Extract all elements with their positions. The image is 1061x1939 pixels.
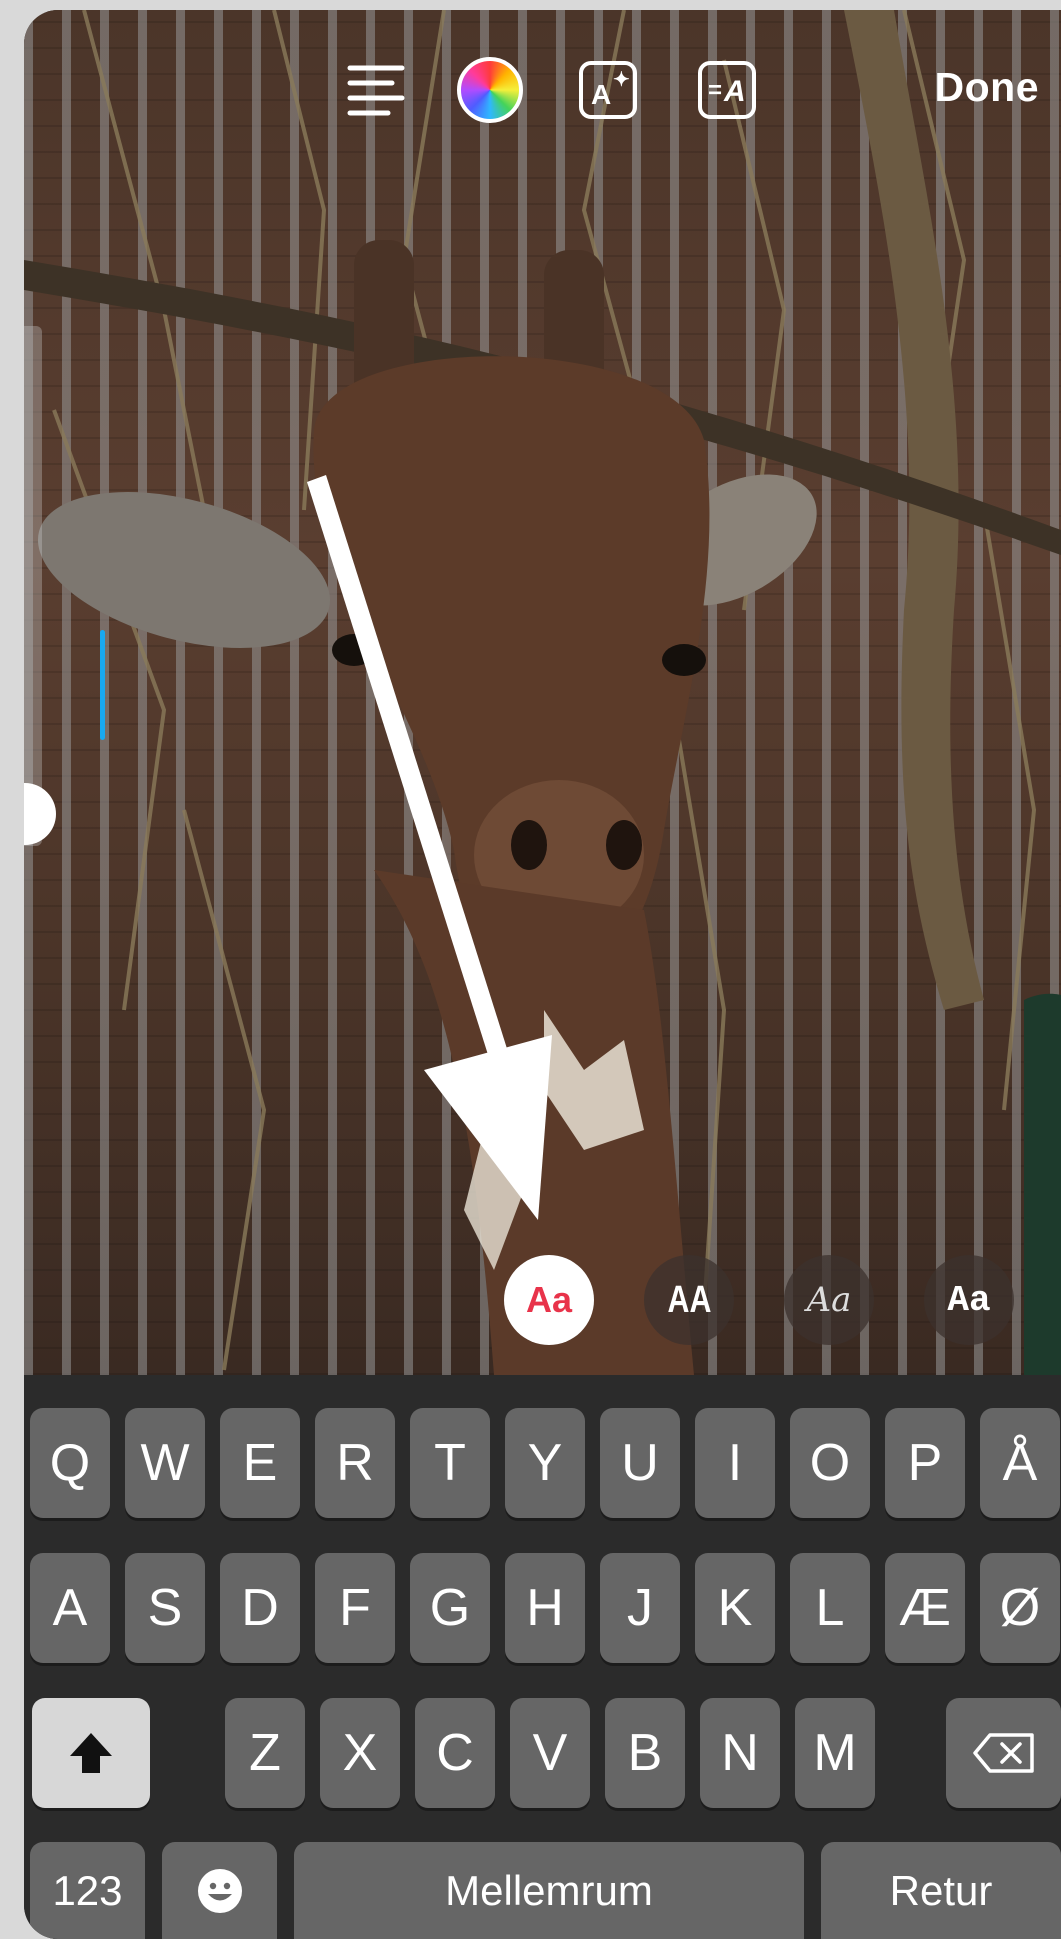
font-style-typewriter[interactable]: Aa bbox=[924, 1255, 1014, 1345]
shift-arrow-icon bbox=[70, 1733, 112, 1773]
shift-key[interactable] bbox=[32, 1698, 150, 1808]
key-l[interactable]: L bbox=[790, 1553, 870, 1663]
key-i[interactable]: I bbox=[695, 1408, 775, 1518]
font-style-label: Aa bbox=[525, 1279, 573, 1320]
done-button[interactable]: Done bbox=[935, 64, 1040, 111]
key-b[interactable]: B bbox=[605, 1698, 685, 1808]
key-d[interactable]: D bbox=[220, 1553, 300, 1663]
key-r[interactable]: R bbox=[315, 1408, 395, 1518]
background-photo: A ✦ = A Done Aa AA Aa Aa bbox=[24, 10, 1061, 1375]
key-m[interactable]: M bbox=[795, 1698, 875, 1808]
emoji-icon bbox=[197, 1868, 242, 1913]
key-ae[interactable]: Æ bbox=[885, 1553, 965, 1663]
backspace-icon bbox=[972, 1733, 1034, 1773]
key-h[interactable]: H bbox=[505, 1553, 585, 1663]
key-a[interactable]: A bbox=[30, 1553, 110, 1663]
key-k[interactable]: K bbox=[695, 1553, 775, 1663]
text-cursor bbox=[100, 630, 105, 740]
key-oe[interactable]: Ø bbox=[980, 1553, 1060, 1663]
text-size-slider-track[interactable] bbox=[24, 326, 42, 846]
key-e[interactable]: E bbox=[220, 1408, 300, 1518]
space-key[interactable]: Mellemrum bbox=[294, 1842, 804, 1939]
key-z[interactable]: Z bbox=[225, 1698, 305, 1808]
key-s[interactable]: S bbox=[125, 1553, 205, 1663]
text-animate-icon[interactable]: = A bbox=[694, 55, 760, 125]
key-t[interactable]: T bbox=[410, 1408, 490, 1518]
color-wheel-icon[interactable] bbox=[454, 55, 526, 125]
key-f[interactable]: F bbox=[315, 1553, 395, 1663]
font-style-script[interactable]: Aa bbox=[784, 1255, 874, 1345]
font-style-label: Aa bbox=[947, 1279, 991, 1321]
key-v[interactable]: V bbox=[510, 1698, 590, 1808]
key-c[interactable]: C bbox=[415, 1698, 495, 1808]
backspace-key[interactable] bbox=[946, 1698, 1061, 1808]
text-align-left-icon[interactable] bbox=[344, 55, 408, 125]
key-p[interactable]: P bbox=[885, 1408, 965, 1518]
numbers-key[interactable]: 123 bbox=[30, 1842, 145, 1939]
emoji-key[interactable] bbox=[162, 1842, 277, 1939]
key-x[interactable]: X bbox=[320, 1698, 400, 1808]
font-style-classic-selected[interactable]: Aa bbox=[504, 1255, 594, 1345]
key-u[interactable]: U bbox=[600, 1408, 680, 1518]
giraffe-photo-image bbox=[24, 10, 1061, 1375]
return-key[interactable]: Retur bbox=[821, 1842, 1061, 1939]
font-style-label: AA bbox=[667, 1278, 711, 1321]
key-w[interactable]: W bbox=[125, 1408, 205, 1518]
font-style-strong[interactable]: AA bbox=[644, 1255, 734, 1345]
keyboard: Q W E R T Y U I O P Å A S D F G H J K L … bbox=[24, 1375, 1061, 1939]
key-j[interactable]: J bbox=[600, 1553, 680, 1663]
key-g[interactable]: G bbox=[410, 1553, 490, 1663]
key-y[interactable]: Y bbox=[505, 1408, 585, 1518]
key-aa[interactable]: Å bbox=[980, 1408, 1060, 1518]
text-effect-sparkle-icon[interactable]: A ✦ bbox=[575, 55, 641, 125]
story-editor-screen: A ✦ = A Done Aa AA Aa Aa Q W E R T Y U I… bbox=[24, 10, 1061, 1939]
key-q[interactable]: Q bbox=[30, 1408, 110, 1518]
key-o[interactable]: O bbox=[790, 1408, 870, 1518]
font-style-label: Aa bbox=[806, 1280, 852, 1320]
key-n[interactable]: N bbox=[700, 1698, 780, 1808]
